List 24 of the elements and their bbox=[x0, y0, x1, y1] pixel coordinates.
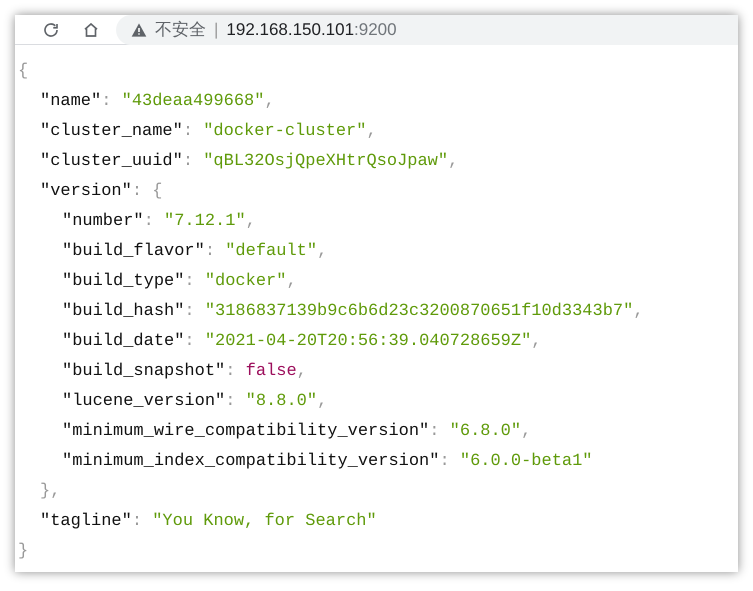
warning-icon bbox=[131, 22, 147, 38]
address-bar[interactable]: 不安全 | 192.168.150.101:9200 bbox=[116, 14, 738, 44]
address-separator: | bbox=[214, 18, 218, 41]
json-line: "build_flavor": "default", bbox=[62, 241, 328, 263]
json-line: "build_snapshot": false, bbox=[62, 361, 307, 383]
json-line: "name": "43deaa499668", bbox=[40, 91, 275, 113]
json-line: { bbox=[18, 61, 28, 83]
security-warning: 不安全 bbox=[155, 18, 206, 41]
json-line: "lucene_version": "8.8.0", bbox=[62, 391, 328, 413]
json-line: "minimum_wire_compatibility_version": "6.8.0", bbox=[62, 421, 532, 443]
json-line: "build_hash": "3186837139b9c6b6d23c3200870651f10d3343b7", bbox=[62, 301, 644, 323]
json-line: "build_date": "2021-04-20T20:56:39.040728659Z", bbox=[62, 331, 542, 353]
json-line: "version": { bbox=[40, 181, 162, 203]
json-line: "minimum_index_compatibility_version": "6.0.0-beta1" bbox=[62, 451, 592, 473]
url-text: 192.168.150.101:9200 bbox=[226, 18, 397, 41]
json-line: "build_type": "docker", bbox=[62, 271, 297, 293]
json-line: "number": "7.12.1", bbox=[62, 211, 256, 233]
reload-icon bbox=[42, 20, 60, 38]
json-line: } bbox=[18, 541, 28, 563]
home-icon bbox=[82, 20, 100, 38]
json-line: "cluster_uuid": "qBL32OsjQpeXHtrQsoJpaw", bbox=[40, 151, 458, 173]
json-line: "cluster_name": "docker-cluster", bbox=[40, 121, 377, 143]
json-line: "tagline": "You Know, for Search" bbox=[40, 511, 377, 533]
json-line: }, bbox=[40, 481, 60, 503]
